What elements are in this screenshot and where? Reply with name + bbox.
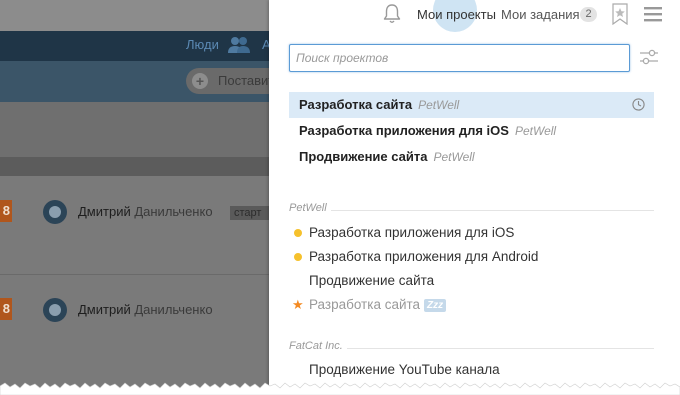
- priority-badge: 8: [0, 200, 12, 222]
- recent-project-item[interactable]: Разработка сайта PetWell: [289, 92, 654, 118]
- project-item[interactable]: ★ Разработка сайта Zzz: [289, 293, 654, 317]
- project-search-input[interactable]: [289, 44, 630, 72]
- stage-badge: старт: [230, 206, 270, 220]
- project-item[interactable]: Разработка приложения для iOS: [289, 221, 654, 245]
- project-item[interactable]: Продвижение YouTube канала: [289, 358, 654, 382]
- project-item[interactable]: Продвижение сайта: [289, 269, 654, 293]
- recent-project-item[interactable]: Продвижение сайта PetWell: [289, 144, 654, 170]
- project-name: Разработка сайта: [299, 97, 413, 112]
- hamburger-menu-icon[interactable]: [644, 6, 662, 22]
- tab-my-projects[interactable]: Мои проекты: [417, 7, 496, 22]
- people-icon: [228, 37, 250, 53]
- tab-my-tasks[interactable]: Мои задания: [501, 7, 580, 22]
- table-row[interactable]: 8 Дмитрий Данильченко: [0, 298, 270, 324]
- project-name: Разработка приложения для iOS: [309, 225, 515, 240]
- tasks-count-badge: 2: [580, 7, 597, 22]
- torn-edge: [0, 382, 680, 395]
- project-owner: PetWell: [514, 124, 557, 138]
- snoozed-badge: Zzz: [424, 299, 447, 312]
- yellow-dot-icon: [294, 229, 302, 237]
- table-row[interactable]: 8 Дмитрий Данильченко старт: [0, 200, 270, 226]
- bookmark-star-icon[interactable]: [609, 3, 631, 25]
- avatar: [43, 298, 67, 322]
- project-owner: PetWell: [418, 98, 460, 112]
- project-name: Продвижение сайта: [299, 149, 428, 164]
- priority-badge: 8: [0, 298, 12, 320]
- project-name: Продвижение YouTube канала: [309, 362, 500, 377]
- recent-project-item[interactable]: Разработка приложения для iOS PetWell: [289, 118, 654, 144]
- filter-settings-icon[interactable]: [639, 48, 659, 66]
- recent-projects-list: Разработка сайта PetWell Разработка прило…: [289, 92, 654, 170]
- project-name: Разработка приложения для Android: [309, 249, 539, 264]
- assignee-name: Дмитрий Данильченко: [78, 302, 213, 317]
- project-name: Продвижение сайта: [309, 273, 435, 288]
- plus-icon: +: [192, 73, 208, 89]
- project-group-header: PetWell: [289, 202, 654, 218]
- divider: [289, 210, 654, 211]
- nav-people-link[interactable]: Люди: [186, 37, 219, 52]
- bell-icon[interactable]: [382, 3, 402, 25]
- project-owner: PetWell: [433, 150, 475, 164]
- clock-icon: [632, 98, 645, 111]
- group-name: FatCat Inc.: [289, 340, 347, 352]
- orange-star-icon: ★: [292, 297, 304, 312]
- yellow-dot-icon: [294, 253, 302, 261]
- project-name: Разработка приложения для iOS: [299, 123, 509, 138]
- project-group-list: Продвижение YouTube канала: [289, 358, 654, 382]
- project-item[interactable]: Разработка приложения для Android: [289, 245, 654, 269]
- project-group-list: Разработка приложения для iOS Разработка…: [289, 221, 654, 317]
- project-group-header: FatCat Inc.: [289, 340, 654, 356]
- avatar: [43, 200, 67, 224]
- group-name: PetWell: [289, 202, 331, 214]
- projects-dropdown-panel: Мои проекты Мои задания 2 Разработка сай…: [269, 0, 680, 395]
- assignee-name: Дмитрий Данильченко: [78, 204, 213, 219]
- project-name: Разработка сайта: [309, 297, 421, 312]
